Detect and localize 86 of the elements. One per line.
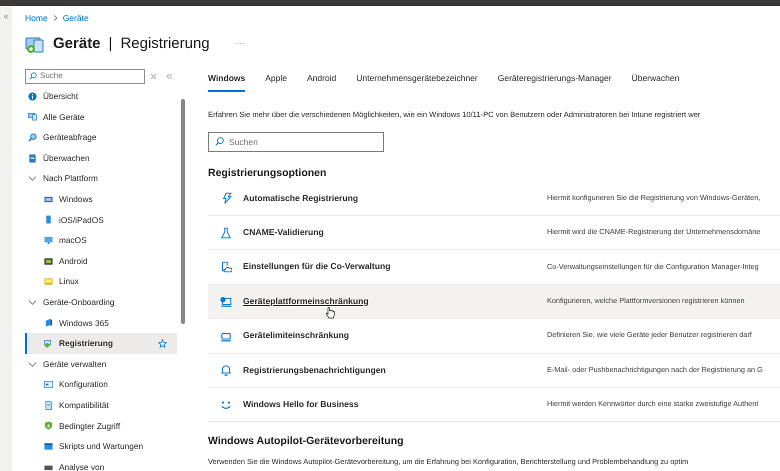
option-title: Windows Hello for Business <box>243 398 358 409</box>
nav-item[interactable]: Übersicht <box>25 86 177 107</box>
chevron-icon <box>52 15 58 22</box>
document-icon <box>44 400 53 410</box>
nav-item-label: Windows 365 <box>59 316 109 330</box>
cube-icon <box>44 318 53 328</box>
nav-item[interactable]: Konfiguration <box>25 374 177 395</box>
search-icon <box>215 137 224 146</box>
window-icon <box>44 380 53 390</box>
breadcrumb-link[interactable]: Home <box>25 12 48 25</box>
chevron-icon <box>28 174 37 184</box>
nav-item-label: Bedingter Zugriff <box>59 420 120 432</box>
nav-item[interactable]: iOS/iPadOS <box>25 210 177 230</box>
tab[interactable]: Überwachen <box>632 72 680 92</box>
nav-item-label: Windows <box>59 193 93 206</box>
option-title: Registrierungsbenachrichtigungen <box>243 364 386 375</box>
tab[interactable]: Unternehmensgerätebezeichner <box>356 72 478 92</box>
hand-cursor-icon <box>325 306 335 319</box>
scrollbar[interactable] <box>181 98 185 324</box>
tab[interactable]: Geräteregistrierungs-Manager <box>498 72 612 92</box>
page-subtitle: Registrierung <box>120 34 210 54</box>
shield-icon <box>44 421 53 430</box>
devices-icon <box>44 338 53 348</box>
nav-item[interactable]: Geräteabfrage <box>25 127 177 148</box>
more-button[interactable]: ··· <box>236 37 245 50</box>
nav-item-label: Registrierung <box>59 337 113 350</box>
nav-item-label: Linux <box>59 275 79 288</box>
devices-icon <box>28 112 37 122</box>
nav-group[interactable]: Nach Plattform <box>25 168 177 189</box>
nav-item[interactable]: Linux <box>25 271 177 292</box>
nav-item[interactable]: Android <box>25 250 177 272</box>
close-icon[interactable] <box>151 74 156 79</box>
option-title: CNAME-Validierung <box>243 226 324 237</box>
nav-item-label: Kompatibilität <box>59 398 109 412</box>
option-title: Geräteplattformeinschränkung <box>243 296 369 306</box>
title-separator: | <box>108 34 112 54</box>
nav-group-label: Geräte-Onboarding <box>43 296 114 308</box>
nav-item-label: macOS <box>59 234 87 247</box>
option-title: Einstellungen für die Co-Verwaltung <box>243 261 391 272</box>
search-icon <box>28 132 37 142</box>
info-icon <box>28 92 37 101</box>
nav-item-label: Überwachen <box>43 152 90 164</box>
nav-item[interactable]: Skripts und Wartungen <box>25 436 177 457</box>
window-icon <box>44 442 53 451</box>
chevron-icon <box>28 298 37 307</box>
breadcrumb-link[interactable]: Geräte <box>62 12 89 25</box>
nav-item-label: Skripts und Wartungen <box>59 440 144 453</box>
section-heading: Registrierungsoptionen <box>208 166 328 181</box>
tab[interactable]: Apple <box>265 72 287 92</box>
chevron-icon <box>28 360 37 369</box>
option-title: Gerätelimiteinschränkung <box>243 330 350 340</box>
nav-item[interactable]: Bedingter Zugriff <box>25 416 177 436</box>
nav-group[interactable]: Geräte-Onboarding <box>25 292 177 313</box>
nav-item[interactable]: Alle Geräte <box>25 106 177 128</box>
page-title: Geräte <box>53 34 101 54</box>
search-icon <box>29 72 37 80</box>
nav-group-label: Geräte verwalten <box>43 358 106 370</box>
nav-item[interactable]: Windows 365 <box>25 312 177 334</box>
bell-icon <box>220 364 232 376</box>
search-input[interactable]: Suche <box>40 70 130 82</box>
document-cloud-icon <box>220 261 232 274</box>
nav-group[interactable]: Geräte verwalten <box>25 354 177 374</box>
search-field[interactable]: Suche <box>25 68 145 84</box>
nav-item-label: Alle Geräte <box>43 110 85 124</box>
nav-item-label: Konfiguration <box>59 378 108 391</box>
nav-item-label: Android <box>59 254 88 268</box>
nav-item-label: Geräteabfrage <box>43 131 97 144</box>
phone-icon <box>44 215 53 224</box>
nav-item[interactable]: Überwachen <box>25 148 177 168</box>
nav-item[interactable]: Registrierung <box>25 333 177 354</box>
laptop-icon <box>220 296 232 308</box>
search-field[interactable]: Suchen <box>208 132 384 152</box>
flask-icon <box>220 226 232 239</box>
nav-group-label: Nach Plattform <box>43 172 98 185</box>
smiley-icon <box>220 398 232 411</box>
nav-item[interactable]: Kompatibilität <box>25 394 177 416</box>
tab[interactable]: Windows <box>208 72 246 92</box>
nav-item-label: iOS/iPadOS <box>59 214 104 226</box>
collapse-icon[interactable] <box>166 72 173 80</box>
section-heading: Windows Autopilot-Gerätevorbereitung <box>208 434 405 450</box>
option-title: Automatische Registrierung <box>243 192 358 203</box>
nav-item[interactable]: Windows <box>25 188 177 210</box>
star-icon[interactable] <box>158 338 167 348</box>
nav-item[interactable]: macOS <box>25 230 177 251</box>
nav-item-label: Übersicht <box>43 90 78 103</box>
tab[interactable]: Android <box>306 72 336 92</box>
